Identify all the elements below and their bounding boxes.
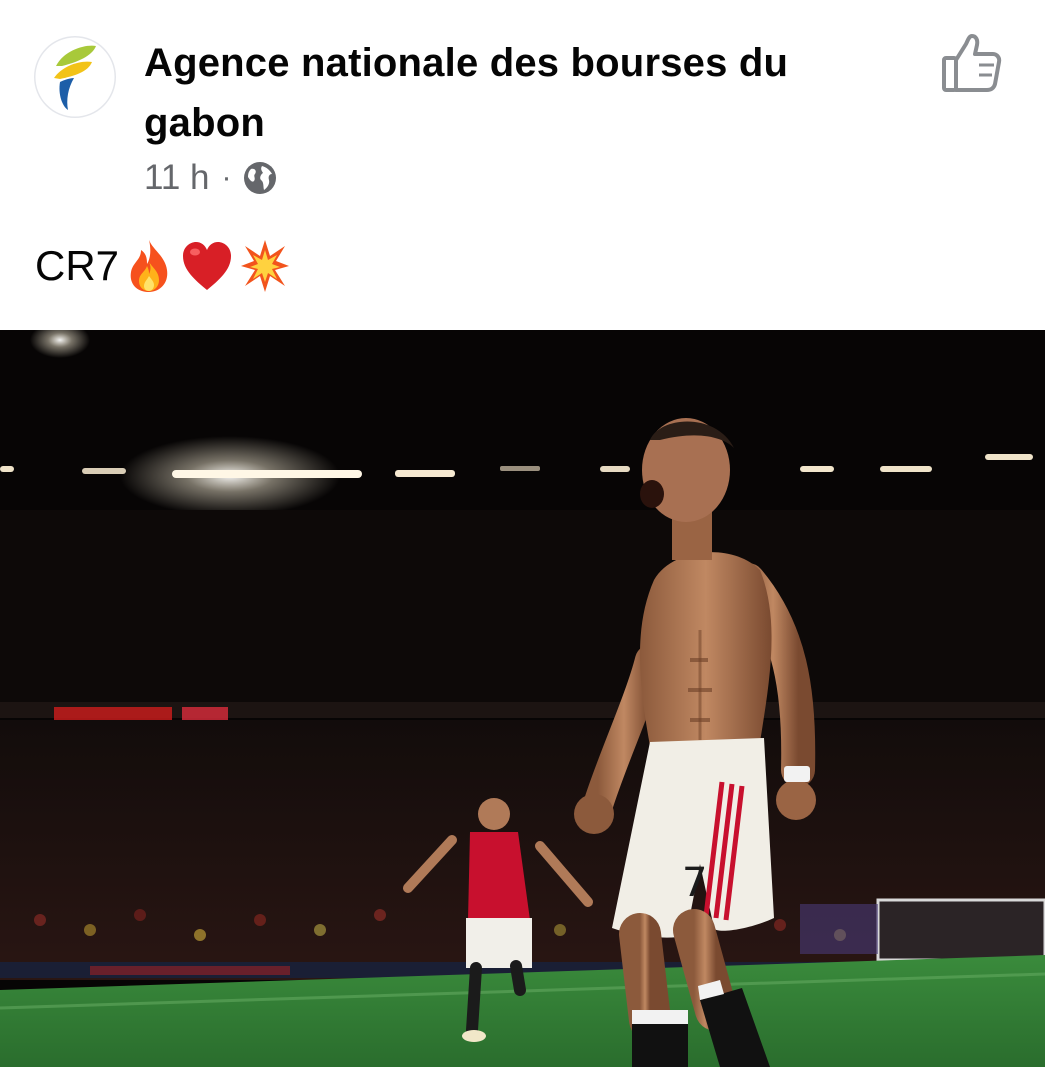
post-header: Agence nationale des bourses du gabon 11…	[0, 0, 1045, 330]
agency-logo-icon	[54, 45, 96, 110]
post-photo[interactable]: 7	[0, 330, 1045, 1067]
page-avatar[interactable]	[34, 36, 116, 118]
thumbs-up-icon[interactable]	[938, 30, 1004, 96]
post-timestamp[interactable]: 11 h	[144, 158, 210, 198]
collision-icon	[241, 240, 290, 292]
fire-icon	[130, 240, 168, 292]
globe-icon[interactable]	[242, 160, 278, 196]
meta-separator: ·	[221, 161, 232, 194]
page-name[interactable]: Agence nationale des bourses du gabon	[144, 33, 904, 153]
caption-text: CR7	[35, 242, 120, 289]
kit-number: 7	[682, 860, 707, 906]
post-caption: CR7	[35, 236, 291, 296]
post-meta: 11 h ·	[144, 155, 278, 201]
stadium-celebration-image: 7	[0, 330, 1045, 1067]
red-heart-icon	[183, 242, 232, 290]
